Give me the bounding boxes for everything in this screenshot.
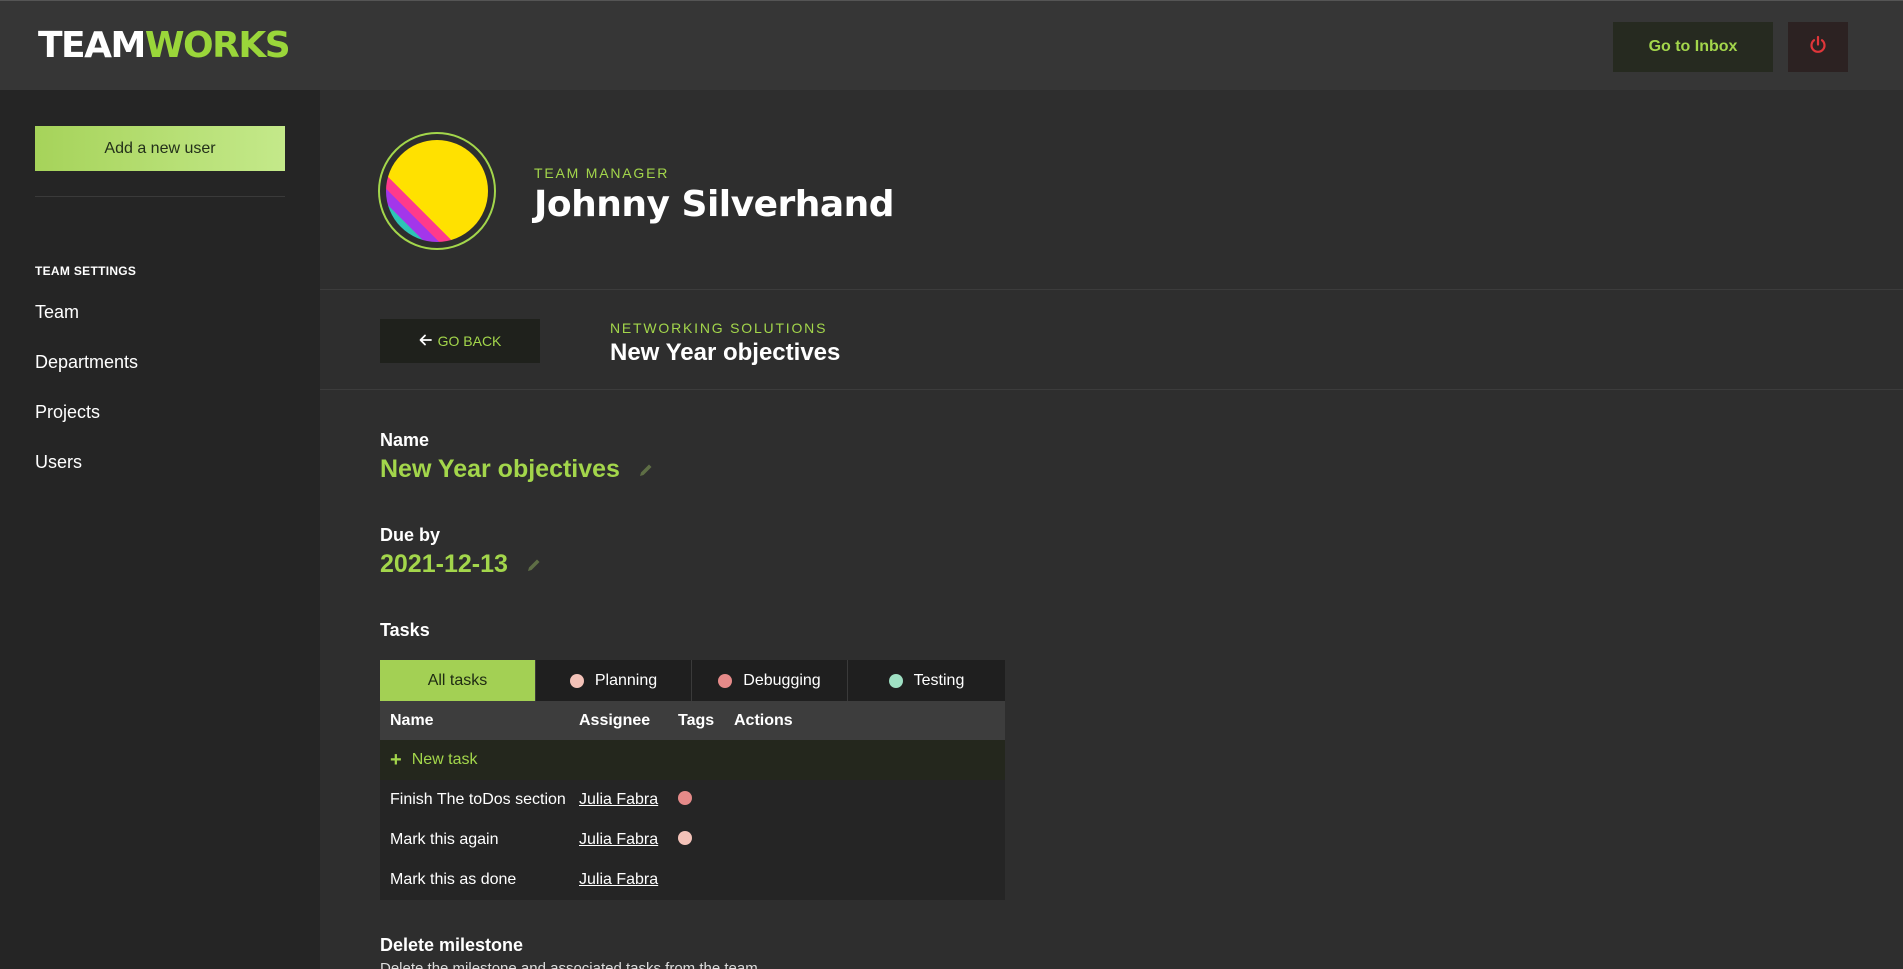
edit-due-pencil-icon[interactable] bbox=[526, 557, 542, 573]
user-role: TEAM MANAGER bbox=[534, 165, 670, 181]
sidebar-item-users[interactable]: Users bbox=[35, 452, 82, 473]
due-field-value: 2021-12-13 bbox=[380, 550, 542, 579]
new-task-label: New task bbox=[411, 751, 478, 768]
table-row: Mark this again Julia Fabra bbox=[380, 820, 1005, 860]
column-header-tags: Tags bbox=[678, 711, 715, 729]
logo-works-text: WORKS bbox=[144, 25, 291, 66]
delete-milestone-description: Delete the milestone and associated task… bbox=[380, 960, 758, 969]
go-back-label: GO BACK bbox=[437, 333, 502, 349]
sidebar: Add a new user TEAM SETTINGS Team Depart… bbox=[0, 90, 320, 969]
tab-all-tasks[interactable]: All tasks bbox=[380, 660, 536, 701]
task-name[interactable]: Finish The toDos section bbox=[380, 791, 579, 809]
logo-team-text: TEAM bbox=[38, 25, 146, 66]
go-to-inbox-button[interactable]: Go to Inbox bbox=[1613, 22, 1773, 72]
tab-label: Debugging bbox=[743, 671, 821, 689]
column-header-actions: Actions bbox=[734, 711, 793, 729]
edit-name-pencil-icon[interactable] bbox=[638, 462, 654, 478]
testing-tag-dot-icon bbox=[888, 673, 903, 688]
logout-button[interactable] bbox=[1788, 22, 1848, 72]
avatar-image bbox=[386, 140, 488, 242]
task-name[interactable]: Mark this as done bbox=[380, 871, 579, 889]
column-header-assignee: Assignee bbox=[579, 711, 651, 729]
due-field-label: Due by bbox=[380, 525, 441, 545]
top-bar: TEAMWORKS Go to Inbox bbox=[0, 0, 1903, 90]
due-date-text: 2021-12-13 bbox=[380, 550, 508, 578]
task-filter-tabs: All tasks Planning Debugging Testing bbox=[380, 660, 1005, 701]
tab-testing[interactable]: Testing bbox=[848, 660, 1005, 701]
table-row: Mark this as done Julia Fabra bbox=[380, 860, 1005, 900]
column-header-name: Name bbox=[390, 711, 434, 729]
team-settings-heading: TEAM SETTINGS bbox=[35, 264, 137, 278]
new-task-button[interactable]: + New task bbox=[380, 740, 1005, 780]
task-assignee-link[interactable]: Julia Fabra bbox=[579, 871, 658, 888]
project-name: NETWORKING SOLUTIONS bbox=[610, 320, 828, 336]
sidebar-divider bbox=[35, 196, 285, 197]
milestone-title: New Year objectives bbox=[610, 339, 841, 366]
tab-debugging[interactable]: Debugging bbox=[692, 660, 848, 701]
planning-tag-dot-icon bbox=[678, 830, 692, 845]
plus-icon: + bbox=[390, 749, 402, 771]
table-row: Finish The toDos section Julia Fabra bbox=[380, 780, 1005, 820]
user-name: Johnny Silverhand bbox=[534, 184, 895, 225]
sidebar-item-departments[interactable]: Departments bbox=[35, 352, 138, 373]
profile-header: TEAM MANAGER Johnny Silverhand bbox=[320, 90, 1903, 290]
name-field-value: New Year objectives bbox=[380, 455, 654, 484]
tasks-panel: All tasks Planning Debugging Testing Nam… bbox=[380, 660, 1005, 900]
debugging-tag-dot-icon bbox=[678, 790, 692, 805]
tab-label: All tasks bbox=[427, 671, 488, 689]
app-logo[interactable]: TEAMWORKS bbox=[38, 23, 291, 69]
new-task-cell: + New task bbox=[380, 749, 680, 771]
name-field-label: Name bbox=[380, 430, 430, 450]
task-assignee-link[interactable]: Julia Fabra bbox=[579, 831, 658, 848]
avatar bbox=[378, 132, 496, 250]
sidebar-item-projects[interactable]: Projects bbox=[35, 402, 100, 423]
arrow-left-icon bbox=[419, 333, 432, 349]
delete-milestone-heading: Delete milestone bbox=[380, 935, 524, 955]
sidebar-item-team[interactable]: Team bbox=[35, 302, 79, 323]
power-icon bbox=[1808, 35, 1828, 60]
tasks-table-header: Name Assignee Tags Actions bbox=[380, 701, 1005, 740]
milestone-header: GO BACK NETWORKING SOLUTIONS New Year ob… bbox=[320, 290, 1903, 390]
tab-label: Testing bbox=[913, 671, 965, 689]
debugging-tag-dot-icon bbox=[718, 673, 733, 688]
add-new-user-button[interactable]: Add a new user bbox=[35, 126, 285, 171]
task-assignee-link[interactable]: Julia Fabra bbox=[579, 791, 658, 808]
go-back-button[interactable]: GO BACK bbox=[380, 319, 540, 363]
tasks-heading: Tasks bbox=[380, 620, 430, 640]
tab-planning[interactable]: Planning bbox=[536, 660, 692, 701]
planning-tag-dot-icon bbox=[569, 673, 584, 688]
task-name[interactable]: Mark this again bbox=[380, 831, 579, 849]
milestone-name-text: New Year objectives bbox=[380, 455, 620, 483]
tab-label: Planning bbox=[594, 671, 658, 689]
